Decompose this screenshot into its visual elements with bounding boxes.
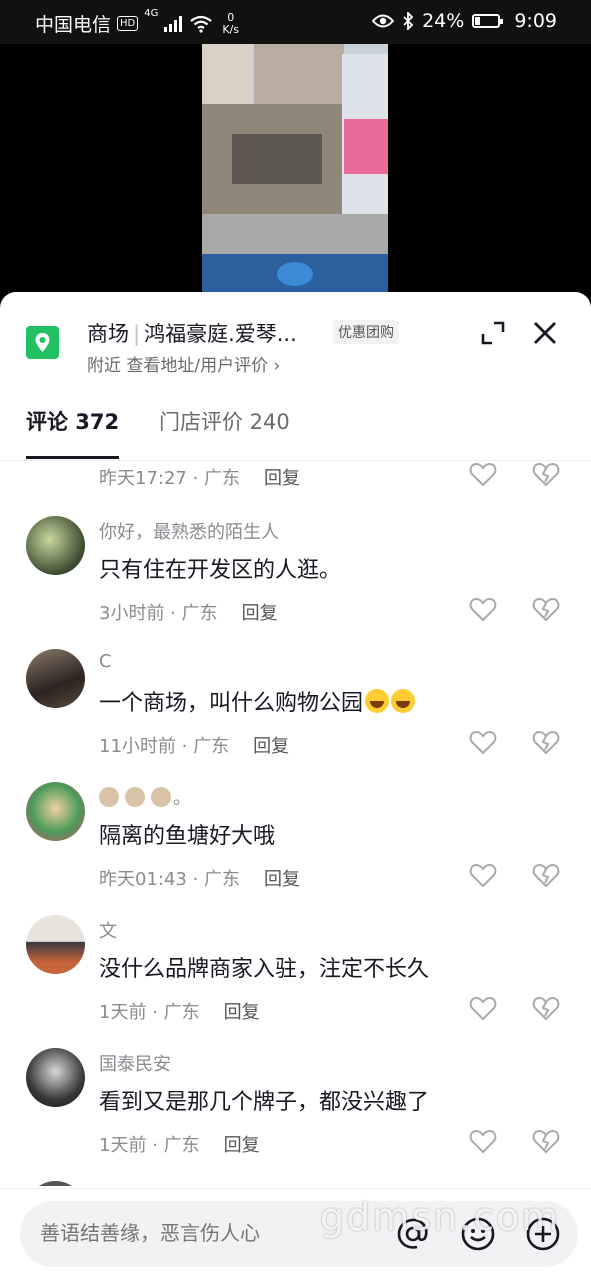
comment-time: 1天前 · 广东 — [99, 1135, 200, 1156]
comment-input[interactable] — [40, 1221, 320, 1245]
tab-store-reviews[interactable]: 门店评价 240 — [159, 406, 290, 436]
comment-item: 文 没什么品牌商家入驻，注定不长久 1天前 · 广东 回复 — [0, 915, 591, 1048]
like-icon[interactable] — [469, 1128, 497, 1154]
like-icon[interactable] — [469, 729, 497, 755]
comment-meta: 11小时前 · 广东 回复 — [99, 732, 289, 758]
comment-item: 昨天17:27 · 广东 回复 — [0, 461, 591, 514]
comment-meta: 昨天01:43 · 广东 回复 — [99, 865, 300, 891]
deal-badge[interactable]: 优惠团购 — [333, 320, 399, 344]
avatar[interactable] — [26, 516, 85, 575]
monkey-emoji — [99, 787, 119, 807]
reply-button[interactable]: 回复 — [264, 869, 300, 890]
comment-username[interactable]: 国泰民安 — [99, 1050, 171, 1076]
comment-meta: 3小时前 · 广东 回复 — [99, 599, 278, 625]
tab-indicator — [26, 456, 119, 459]
like-icon[interactable] — [469, 596, 497, 622]
location-pin-icon — [26, 326, 59, 359]
close-icon[interactable] — [530, 318, 560, 348]
monkey-emoji — [151, 787, 171, 807]
dislike-icon[interactable] — [532, 596, 560, 622]
signal-icon — [164, 15, 184, 32]
comment-meta: 1天前 · 广东 回复 — [99, 1131, 260, 1157]
wifi-icon — [190, 15, 213, 33]
comment-text-row: 一个商场，叫什么购物公园 — [99, 685, 416, 717]
hd-badge: HD — [117, 16, 139, 31]
dislike-icon[interactable] — [532, 461, 560, 487]
comment-item: 你好，最熟悉的陌生人 只有住在开发区的人逛。 3小时前 · 广东 回复 — [0, 516, 591, 649]
tab-bar: 评论 372 门店评价 240 — [0, 392, 591, 461]
battery-icon — [472, 14, 504, 28]
status-bar: 中国电信 HD 4G 0 K/s 24% 9:09 — [0, 0, 591, 44]
avatar[interactable] — [26, 649, 85, 708]
comment-text: 看到又是那几个牌子，都没兴趣了 — [99, 1090, 430, 1115]
comment-time: 11小时前 · 广东 — [99, 736, 230, 757]
dislike-icon[interactable] — [532, 1128, 560, 1154]
comment-meta: 昨天17:27 · 广东 回复 — [99, 464, 300, 490]
comment-username[interactable]: 文 — [99, 917, 117, 943]
reply-button[interactable]: 回复 — [242, 603, 278, 624]
net-speed-value: 0 — [227, 10, 235, 24]
comment-time: 1天前 · 广东 — [99, 1002, 200, 1023]
carrier-label: 中国电信 — [35, 14, 112, 36]
reply-button[interactable]: 回复 — [264, 468, 300, 489]
rofl-emoji — [391, 689, 416, 713]
comment-text: 只有住在开发区的人逛。 — [99, 558, 342, 583]
rofl-emoji — [365, 689, 390, 713]
comment-time: 昨天17:27 · 广东 — [99, 468, 241, 489]
comment-username[interactable]: 你好，最熟悉的陌生人 — [99, 518, 279, 544]
comment-item: 国泰民安 看到又是那几个牌子，都没兴趣了 1天前 · 广东 回复 — [0, 1048, 591, 1181]
avatar[interactable] — [26, 782, 85, 841]
comment-username[interactable]: 。 — [99, 784, 191, 810]
clock: 9:09 — [514, 10, 557, 32]
title-divider: | — [133, 322, 141, 346]
dislike-icon[interactable] — [532, 995, 560, 1021]
eye-icon — [372, 14, 395, 28]
comment-item — [0, 1181, 591, 1186]
bluetooth-icon — [403, 12, 414, 30]
like-icon[interactable] — [469, 862, 497, 888]
net-speed: 0 K/s — [222, 10, 240, 36]
comment-time: 3小时前 · 广东 — [99, 603, 218, 624]
like-icon[interactable] — [469, 995, 497, 1021]
expand-icon[interactable] — [480, 320, 506, 346]
reply-button[interactable]: 回复 — [224, 1135, 260, 1156]
poi-category: 商场 — [87, 322, 129, 346]
video-preview[interactable] — [202, 44, 388, 292]
dislike-icon[interactable] — [532, 729, 560, 755]
avatar[interactable] — [26, 915, 85, 974]
watermark: gdmsn.com — [320, 1195, 561, 1239]
net-speed-unit: K/s — [222, 22, 240, 36]
battery-percent: 24% — [422, 10, 465, 32]
comment-time: 昨天01:43 · 广东 — [99, 869, 241, 890]
comment-text: 隔离的鱼塘好大哦 — [99, 824, 276, 849]
comment-text: 一个商场，叫什么购物公园 — [99, 691, 364, 716]
comment-sheet: 商场 | 鸿福豪庭.爱琴... 优惠团购 附近 查看地址/用户评价 › 评论 372… — [0, 292, 591, 1280]
like-icon[interactable] — [469, 461, 497, 487]
reply-button[interactable]: 回复 — [253, 736, 289, 757]
comment-text: 没什么品牌商家入驻，注定不长久 — [99, 957, 430, 982]
poi-title[interactable]: 商场 | 鸿福豪庭.爱琴... — [87, 318, 297, 348]
comment-username[interactable]: C — [99, 651, 112, 672]
username-text: 。 — [173, 788, 191, 809]
comment-item: C 一个商场，叫什么购物公园 11小时前 · 广东 回复 — [0, 649, 591, 782]
avatar[interactable] — [26, 1181, 85, 1186]
comment-list[interactable]: 昨天17:27 · 广东 回复 你好，最熟悉的陌生人 只有住在开发区的人逛。 3小… — [0, 461, 591, 1186]
dislike-icon[interactable] — [532, 862, 560, 888]
monkey-emoji — [125, 787, 145, 807]
reply-button[interactable]: 回复 — [224, 1002, 260, 1023]
network-type: 4G — [144, 8, 159, 19]
comment-item: 。 隔离的鱼塘好大哦 昨天01:43 · 广东 回复 — [0, 782, 591, 915]
poi-name: 鸿福豪庭.爱琴... — [144, 322, 297, 346]
tab-comments[interactable]: 评论 372 — [26, 406, 119, 436]
avatar[interactable] — [26, 1048, 85, 1107]
comment-meta: 1天前 · 广东 回复 — [99, 998, 260, 1024]
poi-subtitle[interactable]: 附近 查看地址/用户评价 › — [87, 351, 280, 376]
